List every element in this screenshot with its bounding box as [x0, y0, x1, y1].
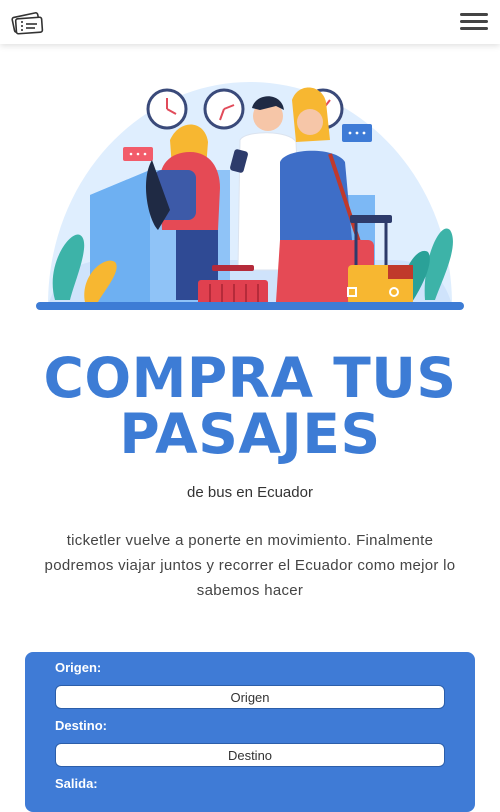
page-title-line-2: PASAJES	[119, 402, 381, 466]
origin-input[interactable]	[55, 685, 445, 709]
departure-label: Salida:	[55, 776, 98, 791]
page-description: ticketler vuelve a ponerte en movimiento…	[44, 532, 456, 599]
ticket-icon[interactable]	[10, 8, 44, 36]
destination-input[interactable]	[55, 743, 445, 767]
top-navbar	[0, 0, 500, 44]
page-title: COMPRA TUS PASAJES	[0, 350, 500, 462]
page-subtitle: de bus en Ecuador	[187, 484, 313, 501]
hamburger-menu-icon[interactable]	[458, 9, 490, 35]
search-form: Origen: Destino: Salida:	[25, 652, 475, 812]
page-title-line-1: COMPRA TUS	[43, 346, 457, 410]
destination-label: Destino:	[55, 718, 107, 733]
travelers-illustration	[36, 82, 464, 310]
origin-label: Origen:	[55, 660, 102, 675]
